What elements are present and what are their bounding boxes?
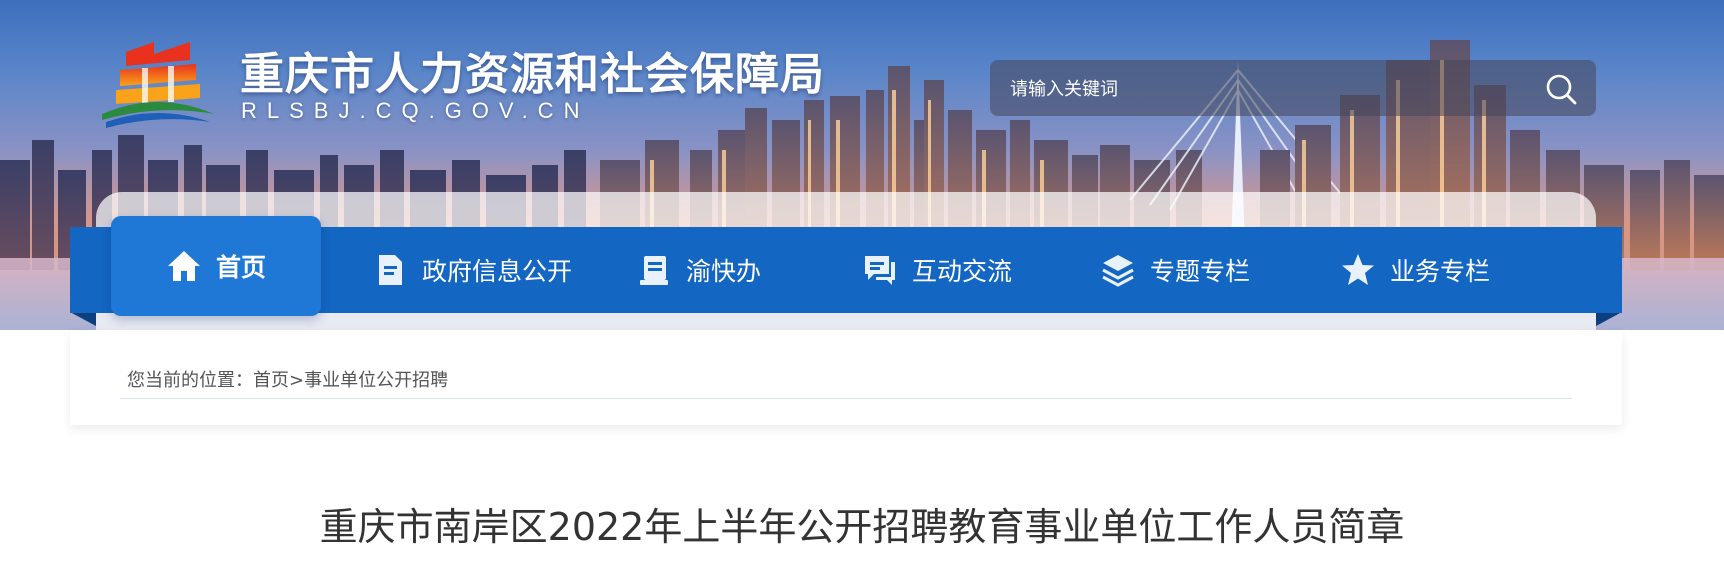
nav-fold-left xyxy=(70,312,96,326)
breadcrumb-separator: > xyxy=(289,370,305,391)
document-icon xyxy=(379,255,402,285)
nav-item-home[interactable]: 首页 xyxy=(111,216,321,316)
nav-item-label: 渝快办 xyxy=(686,257,762,286)
nav-item-yukuaiban[interactable]: 渝快办 xyxy=(636,227,761,313)
breadcrumb-prefix: 您当前的位置： xyxy=(127,370,253,391)
nav-item-interaction[interactable]: 互动交流 xyxy=(862,227,1012,313)
nav-item-business[interactable]: 业务专栏 xyxy=(1340,227,1490,313)
layers-icon xyxy=(1102,255,1134,287)
breadcrumb: 您当前的位置：首页>事业单位公开招聘 xyxy=(127,366,448,392)
nav-item-label: 政府信息公开 xyxy=(422,257,573,286)
site-domain: RLSBJ.CQ.GOV.CN xyxy=(241,98,590,123)
search-icon[interactable] xyxy=(1544,72,1578,106)
nav-item-label: 业务专栏 xyxy=(1390,257,1491,286)
star-icon xyxy=(1342,254,1374,285)
nav-item-label: 专题专栏 xyxy=(1150,257,1251,286)
site-title: 重庆市人力资源和社会保障局 xyxy=(240,49,825,100)
nav-item-label: 首页 xyxy=(215,253,266,282)
breadcrumb-divider xyxy=(120,398,1572,399)
nav-item-label: 互动交流 xyxy=(912,257,1013,286)
nav-item-gov-info[interactable]: 政府信息公开 xyxy=(372,227,572,313)
nav-fold-right xyxy=(1596,312,1622,326)
search-box xyxy=(990,60,1596,116)
breadcrumb-current-link[interactable]: 事业单位公开招聘 xyxy=(304,370,448,391)
service-icon xyxy=(640,256,668,285)
chat-icon xyxy=(865,256,895,285)
article-title: 重庆市南岸区2022年上半年公开招聘教育事业单位工作人员简章 xyxy=(319,505,1405,549)
bureau-logo-icon xyxy=(102,42,214,128)
nav-item-topics[interactable]: 专题专栏 xyxy=(1100,227,1250,313)
search-input[interactable] xyxy=(1008,70,1512,108)
home-icon xyxy=(167,251,200,281)
breadcrumb-home-link[interactable]: 首页 xyxy=(253,370,289,391)
